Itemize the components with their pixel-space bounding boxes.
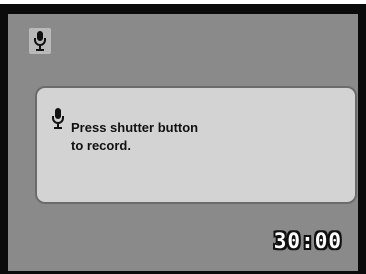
dialog-message: Press shutter button to record. <box>71 120 199 153</box>
record-timer: 30:00 <box>273 229 342 253</box>
camera-screen-capture: Press shutter button to record. 30:00 <box>0 0 366 274</box>
microphone-icon <box>47 105 69 133</box>
record-instruction-dialog: Press shutter button to record. <box>35 86 357 204</box>
lcd-screen: Press shutter button to record. 30:00 <box>8 14 358 271</box>
lcd-frame: Press shutter button to record. 30:00 <box>0 4 366 274</box>
microphone-icon <box>29 28 51 54</box>
dialog-content: Press shutter button to record. <box>47 100 345 192</box>
